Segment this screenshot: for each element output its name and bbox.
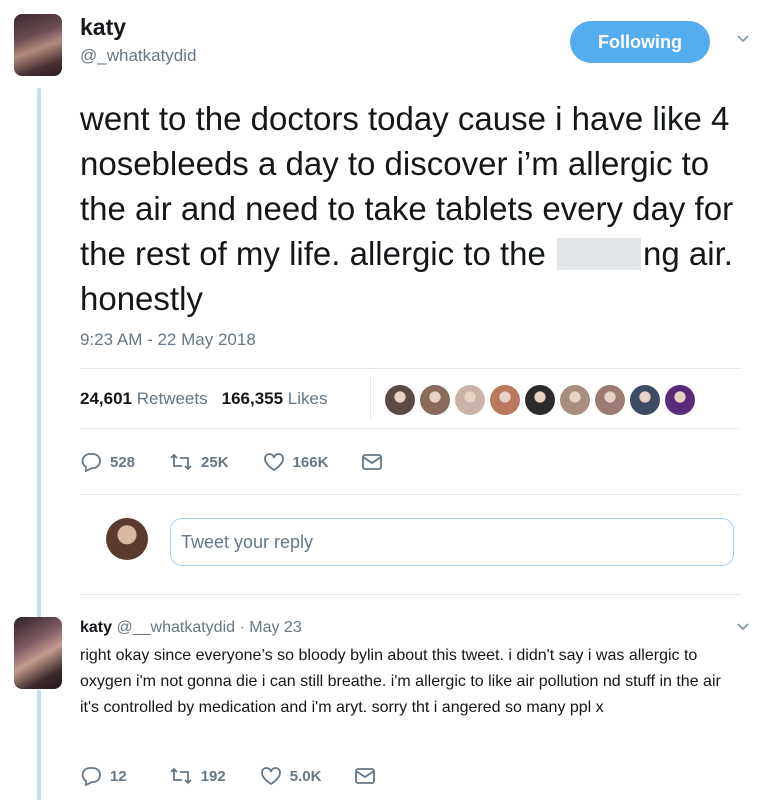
- thread-line: [37, 88, 41, 620]
- tweet-timestamp[interactable]: 9:23 AM - 22 May 2018: [80, 330, 256, 350]
- chevron-down-icon[interactable]: [737, 33, 749, 45]
- heart-icon: [260, 767, 281, 786]
- liker-avatar[interactable]: [455, 385, 485, 415]
- reply-icon: [81, 767, 101, 786]
- thread-line: [37, 690, 41, 800]
- liker-avatar[interactable]: [385, 385, 415, 415]
- reply-action[interactable]: 528: [80, 452, 135, 472]
- reply-date[interactable]: · May 23: [239, 619, 301, 636]
- likes-stat[interactable]: 166,355 Likes: [222, 389, 328, 409]
- reply-author-name[interactable]: katy: [80, 619, 112, 636]
- tweet-text: went to the doctors today cause i have l…: [80, 96, 760, 321]
- avatar[interactable]: [14, 617, 62, 689]
- tweet-actions: 528 25K 166K: [80, 452, 416, 472]
- author-name[interactable]: katy: [80, 14, 126, 41]
- engagement-stats: 24,601 Retweets 166,355 Likes: [80, 389, 327, 409]
- direct-message-action[interactable]: [362, 454, 383, 470]
- liker-avatar[interactable]: [630, 385, 660, 415]
- reply-input[interactable]: Tweet your reply: [170, 518, 734, 566]
- envelope-icon: [362, 454, 383, 470]
- reply-icon: [81, 453, 101, 472]
- reply-actions: 12 192 5.0K: [80, 766, 409, 786]
- liker-avatars[interactable]: [385, 385, 695, 415]
- avatar[interactable]: [14, 14, 62, 76]
- reply-action[interactable]: 12: [80, 766, 127, 786]
- reply-author[interactable]: katy @__whatkatydid · May 23: [80, 619, 302, 637]
- liker-avatar[interactable]: [595, 385, 625, 415]
- divider: [80, 368, 741, 369]
- direct-message-action[interactable]: [355, 768, 376, 784]
- retweet-icon: [170, 453, 192, 471]
- current-user-avatar[interactable]: [106, 518, 148, 560]
- following-button[interactable]: Following: [570, 21, 710, 63]
- reply-author-handle[interactable]: @__whatkatydid: [116, 619, 235, 636]
- like-action[interactable]: 5.0K: [260, 766, 321, 786]
- like-action[interactable]: 166K: [263, 452, 328, 472]
- heart-icon: [263, 453, 284, 472]
- liker-avatar[interactable]: [665, 385, 695, 415]
- retweet-icon: [170, 767, 192, 785]
- chevron-down-icon[interactable]: [737, 621, 749, 633]
- envelope-icon: [355, 768, 376, 784]
- retweets-stat[interactable]: 24,601 Retweets: [80, 389, 208, 409]
- redaction-blur: [557, 238, 642, 270]
- retweet-action[interactable]: 25K: [169, 453, 229, 471]
- divider: [80, 594, 741, 595]
- liker-avatar[interactable]: [525, 385, 555, 415]
- divider: [370, 375, 371, 419]
- divider: [80, 428, 741, 429]
- author-handle[interactable]: @_whatkatydid: [80, 46, 197, 66]
- liker-avatar[interactable]: [490, 385, 520, 415]
- liker-avatar[interactable]: [560, 385, 590, 415]
- reply-text: right okay since everyone’s so bloody by…: [80, 647, 721, 716]
- retweet-action[interactable]: 192: [169, 767, 226, 785]
- liker-avatar[interactable]: [420, 385, 450, 415]
- divider: [80, 494, 741, 495]
